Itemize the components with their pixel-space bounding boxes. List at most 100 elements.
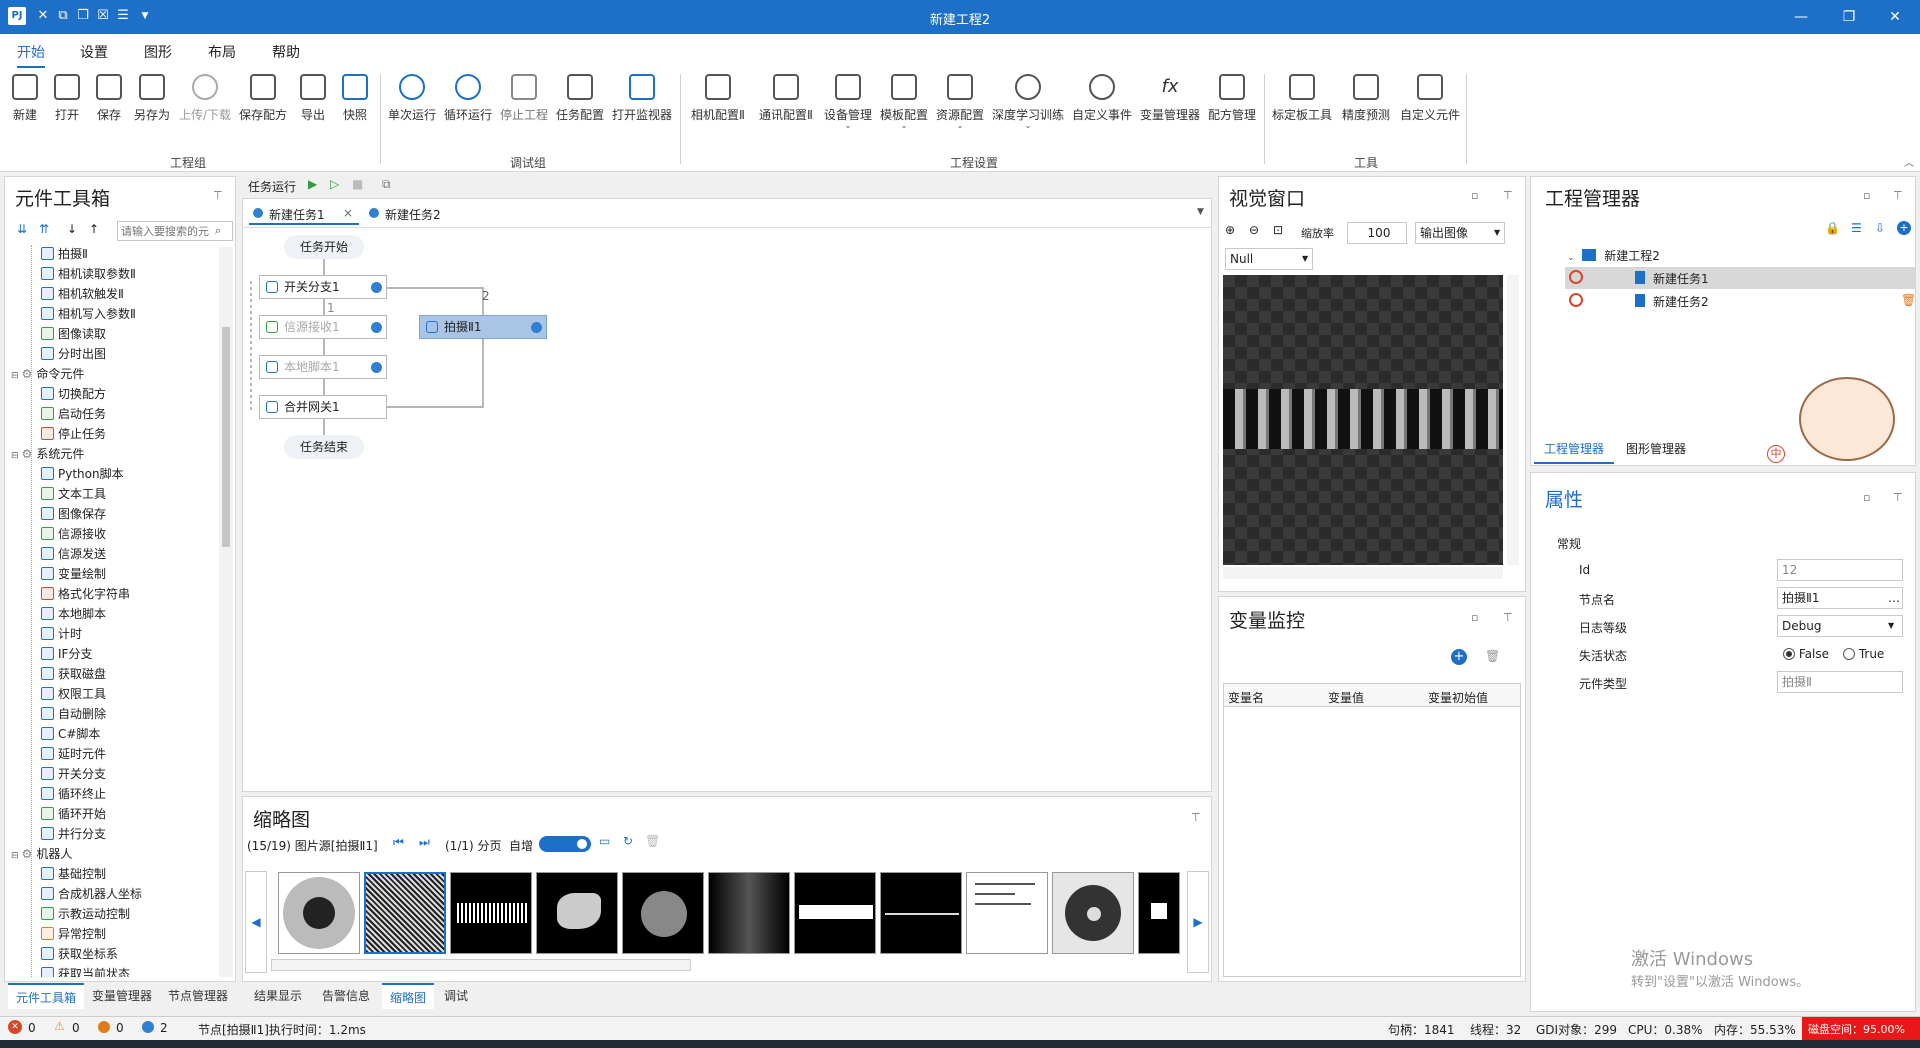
toolbox-group[interactable]: ⊟ ⚙ 命令元件 (11, 365, 84, 385)
log-level-select[interactable]: Debug ▼ (1777, 615, 1903, 637)
task-config-button[interactable]: 任务配置 (554, 74, 606, 123)
run-task-icon[interactable]: ▶ (308, 177, 317, 191)
new-button[interactable]: 新建 (8, 74, 42, 123)
resource-config-button[interactable]: 资源配置 ⌄ (934, 74, 986, 130)
project-root-row[interactable]: ⌄ 新建工程2 (1567, 247, 1660, 264)
node-capture[interactable]: 拍摄Ⅱ1 (419, 315, 547, 339)
toolbox-item[interactable]: 开关分支 (41, 765, 106, 785)
maximize-icon[interactable]: ▫ (1471, 611, 1478, 624)
task-row-2[interactable]: 新建任务2 🗑 (1565, 290, 1916, 312)
accuracy-predict-button[interactable]: 精度预测 (1338, 74, 1394, 123)
prev-thumb-button[interactable]: ◀ (245, 871, 267, 973)
toolbox-item[interactable]: 自动删除 (41, 705, 106, 725)
toolbox-item[interactable]: 获取坐标系 (41, 945, 118, 965)
toolbox-item[interactable]: 计时 (41, 625, 82, 645)
custom-event-button[interactable]: 自定义事件 (1070, 74, 1134, 123)
node-local-script[interactable]: 本地脚本1 (259, 355, 387, 379)
monitor-icon[interactable]: ⧉ (382, 177, 391, 192)
auto-increment-toggle[interactable] (539, 836, 591, 852)
toolbox-item[interactable]: 分时出图 (41, 345, 106, 365)
id-field[interactable]: 12 (1777, 559, 1903, 581)
toolbox-item[interactable]: 图像保存 (41, 505, 106, 525)
thumbnail-4[interactable] (536, 872, 618, 954)
comm-config-button[interactable]: 通讯配置Ⅱ (754, 74, 818, 123)
zoom-out-icon[interactable]: ⊖ (1249, 223, 1259, 237)
toolbox-item[interactable]: 并行分支 (41, 825, 106, 845)
pin-icon[interactable]: ⊤ (1893, 189, 1903, 202)
vision-vscroll[interactable] (1507, 275, 1519, 565)
delete-variable-button[interactable]: 🗑 (1485, 649, 1500, 663)
device-manager-button[interactable]: 设备管理 ⌄ (822, 74, 874, 130)
lock-icon[interactable]: 🔒 (1825, 221, 1840, 235)
deep-learning-button[interactable]: 深度学习训练 ⌄ (990, 74, 1066, 130)
search-icon[interactable]: ⌕ (215, 224, 221, 238)
node-signal-receive[interactable]: 信源接收1 (259, 315, 387, 339)
stop-task-icon[interactable]: ■ (352, 177, 363, 191)
tab-debug[interactable]: 调试 (436, 983, 476, 1009)
menu-layout[interactable]: 布局 (208, 42, 236, 62)
sort-down-icon[interactable]: ↓ (67, 222, 77, 236)
save-as-button[interactable]: 另存为 (132, 74, 172, 123)
null-select[interactable]: Null ▼ (1225, 248, 1313, 270)
toolbox-group[interactable]: ⊟ ⚙ 机器人 (11, 845, 72, 865)
add-task-button[interactable]: + (1897, 221, 1911, 235)
fit-icon[interactable]: ⊡ (1273, 223, 1283, 237)
toolbox-item[interactable]: IF分支 (41, 645, 92, 665)
delete-task-icon[interactable]: 🗑 (1901, 293, 1916, 307)
toolbox-item[interactable]: 相机读取参数Ⅱ (41, 265, 136, 285)
recipe-manager-button[interactable]: 配方管理 (1206, 74, 1258, 123)
zoom-input[interactable]: 100 (1347, 222, 1407, 244)
custom-component-button[interactable]: 自定义元件 (1398, 74, 1462, 123)
toolbox-item[interactable]: 获取磁盘 (41, 665, 106, 685)
loop-run-button[interactable]: 循环运行 (442, 74, 494, 123)
toolbox-item[interactable]: 获取当前状态 (41, 965, 130, 977)
toolbox-item[interactable]: 示教运动控制 (41, 905, 130, 925)
zoom-in-icon[interactable]: ⊕ (1225, 223, 1235, 237)
scrollbar-thumb[interactable] (222, 327, 230, 547)
node-output-port[interactable] (371, 282, 382, 293)
tab-project-manager[interactable]: 工程管理器 (1534, 436, 1614, 464)
collapse-all-icon[interactable]: ⇊ (17, 222, 27, 236)
toolbox-item[interactable]: 权限工具 (41, 685, 106, 705)
toolbox-item[interactable]: 启动任务 (41, 405, 106, 425)
toolbox-item[interactable]: 相机软触发Ⅱ (41, 285, 124, 305)
last-page-icon[interactable]: ⏭ (419, 835, 430, 850)
export-button[interactable]: 导出 (296, 74, 330, 123)
menu-graphics[interactable]: 图形 (144, 42, 172, 62)
thumbnail-9[interactable] (966, 872, 1048, 954)
thumbnail-3[interactable] (450, 872, 532, 954)
pin-icon[interactable]: ⊤ (1893, 491, 1903, 504)
node-output-port[interactable] (371, 362, 382, 373)
download-icon[interactable]: ⇩ (1875, 221, 1885, 235)
collapse-icon[interactable]: ⊟ (11, 451, 19, 461)
more-icon[interactable]: … (1888, 588, 1900, 608)
collapse-icon[interactable]: ⊟ (11, 371, 19, 381)
calibration-tool-button[interactable]: 标定板工具 (1270, 74, 1334, 123)
tab-alarm-info[interactable]: 告警信息 (314, 983, 378, 1009)
info-icon[interactable] (142, 1021, 154, 1033)
tab-node-manager[interactable]: 节点管理器 (160, 983, 236, 1009)
pin-icon[interactable]: ⊤ (213, 189, 223, 202)
notice-icon[interactable] (98, 1021, 110, 1033)
toolbox-scrollbar[interactable] (219, 247, 233, 977)
tab-result-display[interactable]: 结果显示 (246, 983, 310, 1009)
node-output-port[interactable] (531, 322, 542, 333)
toolbox-item[interactable]: 文本工具 (41, 485, 106, 505)
tab-thumbnail[interactable]: 缩略图 (382, 983, 435, 1009)
image-canvas[interactable] (1223, 275, 1503, 565)
pin-icon[interactable]: ⊤ (1191, 811, 1201, 824)
maximize-icon[interactable]: ▫ (1863, 189, 1870, 202)
output-image-select[interactable]: 输出图像 ▼ (1415, 222, 1505, 244)
toolbox-item[interactable]: C#脚本 (41, 725, 100, 745)
sort-up-icon[interactable]: ↑ (89, 222, 99, 236)
next-thumb-button[interactable]: ▶ (1187, 871, 1209, 973)
open-monitor-button[interactable]: 打开监视器 (610, 74, 674, 123)
toolbox-item[interactable]: 循环终止 (41, 785, 106, 805)
error-icon[interactable]: ✕ (8, 1020, 22, 1034)
save-recipe-button[interactable]: 保存配方 (238, 74, 288, 123)
menu-start[interactable]: 开始 (17, 42, 45, 68)
thumbnail-10[interactable] (1052, 872, 1134, 954)
radio-false[interactable]: False (1783, 647, 1829, 661)
node-output-port[interactable] (371, 322, 382, 333)
toolbox-item[interactable]: 基础控制 (41, 865, 106, 885)
